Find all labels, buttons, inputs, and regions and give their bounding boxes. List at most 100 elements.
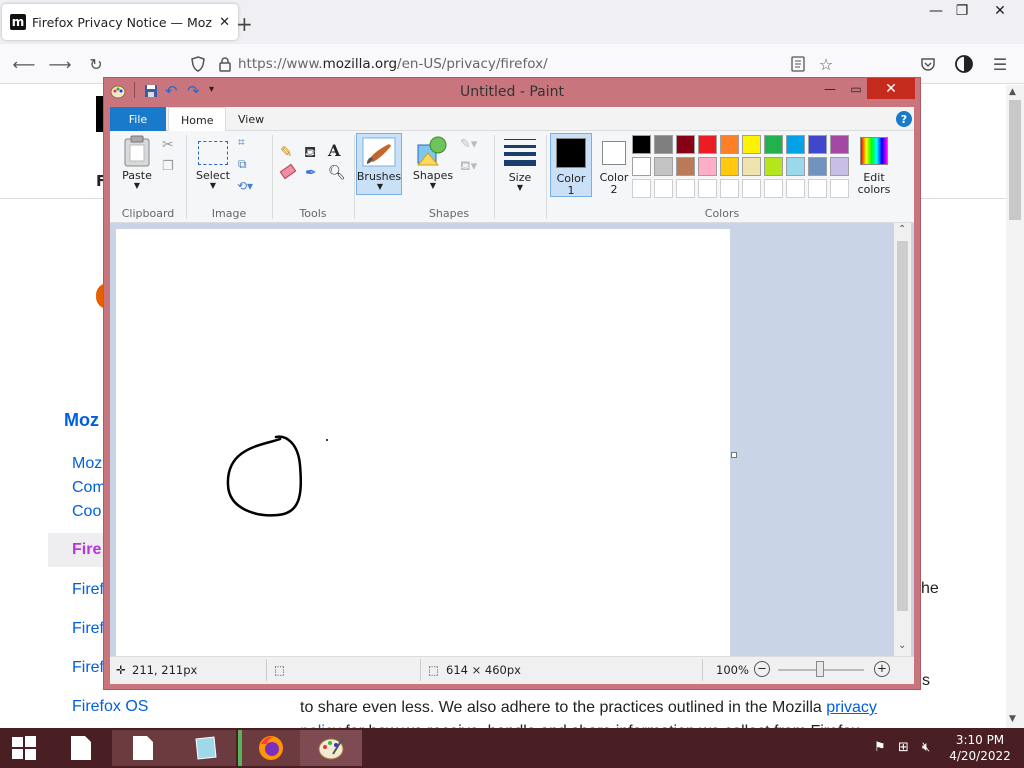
cut-icon[interactable]: ✂ [162,137,174,153]
paint-title-bar[interactable]: ↶ ↷ ▾ Untitled - Paint — ▭ ✕ [104,78,920,106]
tab-file[interactable]: File [110,107,166,131]
outline-icon[interactable]: ✎▾ [460,137,477,152]
palette-swatch[interactable] [720,157,739,176]
account-button[interactable] [952,52,976,76]
shapes-button[interactable]: Shapes ▼ [410,133,456,195]
reader-view-button[interactable] [786,52,810,76]
zoom-in-button[interactable]: + [874,661,890,677]
sidebar-link-7[interactable]: Firef [72,659,104,677]
palette-swatch[interactable] [676,157,695,176]
palette-swatch[interactable] [742,157,761,176]
palette-swatch[interactable] [632,157,651,176]
palette-custom-slot[interactable] [676,179,695,198]
close-window-button[interactable]: ✕ [980,0,1020,22]
canvas-resize-handle[interactable] [731,452,737,458]
taskbar-clock[interactable]: 3:10 PM 4/20/2022 [940,732,1020,764]
sidebar-link-3[interactable]: Coo [72,503,101,521]
taskbar-paint[interactable] [300,730,362,766]
palette-custom-slot[interactable] [830,179,849,198]
privacy-link[interactable]: privacy [826,699,877,716]
palette-swatch[interactable] [654,135,673,154]
canvas-scrollbar-thumb[interactable] [897,241,908,611]
resize-icon[interactable]: ⧉ [238,157,247,172]
canvas-scroll-down-icon[interactable]: ⌄ [898,640,906,651]
palette-custom-slot[interactable] [720,179,739,198]
forward-button[interactable]: ⟶ [48,52,72,76]
palette-custom-slot[interactable] [764,179,783,198]
magnifier-icon[interactable]: 🔍︎ [328,165,346,181]
url-bar[interactable]: https://www.mozilla.org/en-US/privacy/fi… [238,56,548,72]
rotate-icon[interactable]: ⟲▾ [237,179,253,193]
palette-swatch[interactable] [808,157,827,176]
sidebar-link-6[interactable]: Firef [72,620,104,638]
edit-colors-button[interactable]: Edit colors [854,133,894,197]
color-2-button[interactable]: Color 2 [594,133,634,197]
sidebar-link-active[interactable]: Fire [72,541,101,559]
close-tab-icon[interactable]: ✕ [219,15,230,30]
palette-custom-slot[interactable] [808,179,827,198]
palette-swatch[interactable] [720,135,739,154]
palette-swatch[interactable] [830,157,849,176]
browser-tab[interactable]: m Firefox Privacy Notice — Mozilla ✕ [2,4,238,40]
paste-dropdown-icon[interactable]: ▼ [120,181,154,190]
start-button[interactable] [0,730,48,766]
palette-swatch[interactable] [830,135,849,154]
paint-maximize-button[interactable]: ▭ [842,80,870,98]
palette-swatch[interactable] [808,135,827,154]
scroll-down-icon[interactable]: ▼ [1009,714,1016,724]
brushes-dropdown-icon[interactable]: ▼ [357,182,403,191]
pencil-icon[interactable]: ✎ [280,143,293,161]
tab-view[interactable]: View [226,107,276,131]
palette-swatch[interactable] [698,135,717,154]
zoom-slider-thumb[interactable] [816,661,824,677]
color-picker-icon[interactable]: ✒ [305,165,317,181]
tab-home[interactable]: Home [168,107,227,132]
palette-swatch[interactable] [764,157,783,176]
sidebar-link-5[interactable]: Firef [72,581,104,599]
eraser-icon[interactable] [279,163,297,180]
select-button[interactable]: Select ▼ [196,135,230,195]
size-button[interactable]: Size ▼ [500,133,540,195]
network-icon[interactable]: ⊞ [898,740,909,755]
palette-swatch[interactable] [742,135,761,154]
palette-swatch[interactable] [786,157,805,176]
page-scrollbar-thumb[interactable] [1009,100,1021,220]
sidebar-link-2[interactable]: Com [72,479,106,497]
help-button[interactable]: ? [896,111,912,127]
sidebar-link-firefox-os[interactable]: Firefox OS [72,698,148,716]
scroll-up-icon[interactable]: ▲ [1009,87,1016,97]
tracking-protection-button[interactable] [186,52,210,76]
drawing-canvas[interactable] [116,229,730,657]
shapes-dropdown-icon[interactable]: ▼ [410,181,456,190]
site-info-button[interactable] [213,52,237,76]
bookmark-button[interactable]: ☆ [814,52,838,76]
fill-bucket-icon[interactable]: ⛾ [304,143,316,163]
shape-fill-icon[interactable]: ⛾▾ [460,159,477,176]
text-tool-icon[interactable]: A [328,141,340,160]
taskbar-notes-app[interactable] [174,730,236,766]
paint-close-button[interactable]: ✕ [867,78,915,99]
color-1-button[interactable]: Color 1 [550,133,592,197]
app-menu-button[interactable]: ☰ [988,52,1012,76]
copy-icon[interactable]: ❐ [162,159,174,174]
action-center-flag-icon[interactable]: ⚑ [874,740,886,755]
volume-muted-icon[interactable]: 🔇︎ [922,740,930,755]
select-dropdown-icon[interactable]: ▼ [196,181,230,190]
pocket-button[interactable] [916,52,940,76]
palette-swatch[interactable] [632,135,651,154]
palette-swatch[interactable] [654,157,673,176]
zoom-out-button[interactable]: − [754,661,770,677]
back-button[interactable]: ⟵ [12,52,36,76]
palette-swatch[interactable] [698,157,717,176]
palette-swatch[interactable] [676,135,695,154]
palette-custom-slot[interactable] [786,179,805,198]
taskbar-notepad[interactable] [112,730,174,766]
new-tab-button[interactable]: + [236,12,253,36]
palette-swatch[interactable] [786,135,805,154]
palette-custom-slot[interactable] [632,179,651,198]
palette-swatch[interactable] [764,135,783,154]
taskbar-file-explorer[interactable] [50,730,112,766]
brushes-button[interactable]: Brushes ▼ [356,133,402,195]
sidebar-link-1[interactable]: Moz [72,455,102,473]
palette-custom-slot[interactable] [654,179,673,198]
